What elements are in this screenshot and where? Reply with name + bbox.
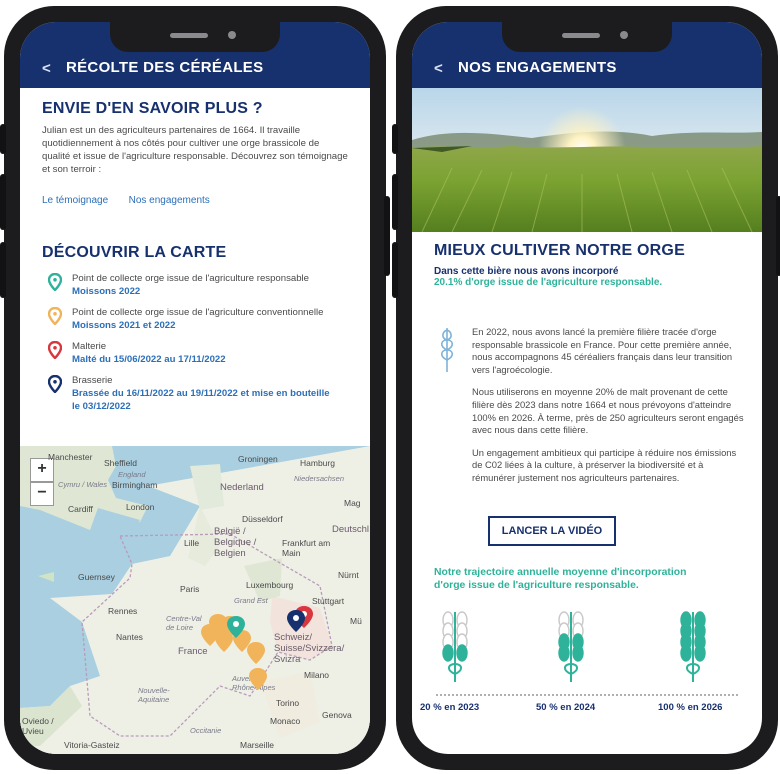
- volume-down-button: [0, 242, 6, 298]
- legend-label: Malterie: [72, 341, 107, 352]
- volume-up-button: [392, 174, 398, 230]
- wheat-grain: [456, 644, 468, 662]
- mute-switch: [392, 124, 398, 154]
- wheat-grain: [572, 644, 584, 662]
- paragraph: Un engagement ambitieux qui participe à …: [472, 446, 737, 483]
- trajectory-heading: Notre trajectoire annuelle moyenne d'inc…: [412, 566, 762, 592]
- wheat-milestone-icon: [442, 611, 468, 682]
- legend-item-responsible: Point de collecte orge issue de l'agricu…: [42, 272, 348, 298]
- paragraph: Nous utiliserons en moyenne 20% de malt …: [472, 386, 744, 436]
- notch: [502, 22, 672, 52]
- legend-date: Moissons 2021 et 2022: [72, 320, 176, 331]
- legend-item-conventional: Point de collecte orge issue de l'agricu…: [42, 306, 348, 332]
- field-sunset-illustration: [412, 88, 762, 232]
- legend-date: Moissons 2022: [72, 286, 141, 297]
- legend-label: Brasserie: [72, 375, 113, 386]
- phone-left: < RÉCOLTE DES CÉRÉALES ENVIE D'EN SAVOIR…: [0, 6, 390, 770]
- wheat-grain: [442, 644, 454, 662]
- map-markers: [201, 606, 313, 690]
- wheat-grain: [694, 644, 706, 662]
- map-section: DÉCOUVRIR LA CARTE Point de collecte org…: [20, 244, 370, 421]
- wheat-milestone-icon: [558, 611, 584, 682]
- legend-item-brewery: Brasserie Brassée du 16/11/2022 au 19/11…: [42, 374, 348, 413]
- links-row: Le témoignage Nos engagements: [42, 190, 348, 208]
- legend-date: Malté du 15/06/2022 au 17/11/2022: [72, 354, 226, 365]
- map-legend: Point de collecte orge issue de l'agricu…: [42, 272, 348, 413]
- map-pin-brewery: [287, 610, 305, 632]
- wheat-field-image: [412, 88, 762, 232]
- chevron-left-icon[interactable]: <: [434, 60, 443, 77]
- interactive-map[interactable]: + − Manchester Sheffield England Birming…: [20, 446, 370, 754]
- map-pin-icon: [48, 307, 62, 325]
- screen-right: < NOS ENGAGEMENTS MIEUX CULTIVER NOTRE O…: [412, 22, 762, 754]
- timeline-divider: [436, 694, 738, 696]
- learn-more-text: Julian est un des agriculteurs partenair…: [42, 125, 348, 175]
- testimony-link[interactable]: Le témoignage: [42, 195, 108, 206]
- legend-date: Brassée du 16/11/2022 au 19/11/2022 et m…: [72, 388, 330, 412]
- map-pin-icon: [48, 341, 62, 359]
- intro-line-2: 20.1% d'orge issue de l'agriculture resp…: [434, 277, 663, 288]
- commitments-link[interactable]: Nos engagements: [129, 195, 210, 206]
- legend-item-malthouse: Malterie Malté du 15/06/2022 au 17/11/20…: [42, 340, 348, 366]
- page-title: RÉCOLTE DES CÉRÉALES: [66, 59, 264, 76]
- learn-more-title: ENVIE D'EN SAVOIR PLUS ?: [42, 100, 263, 117]
- volume-down-button: [392, 242, 398, 298]
- screen-left: < RÉCOLTE DES CÉRÉALES ENVIE D'EN SAVOIR…: [20, 22, 370, 754]
- intro-line-1: Dans cette bière nous avons incorporé: [434, 266, 619, 277]
- trajectory-line-1: Notre trajectoire annuelle moyenne d'inc…: [434, 567, 687, 578]
- volume-up-button: [0, 174, 6, 230]
- milestone-label: 100 % en 2026: [658, 702, 723, 713]
- legend-label: Point de collecte orge issue de l'agricu…: [72, 273, 310, 284]
- launch-video-button[interactable]: LANCER LA VIDÉO: [488, 516, 616, 546]
- notch: [110, 22, 280, 52]
- paragraph: En 2022, nous avons lancé la première fi…: [472, 326, 733, 375]
- wheat-grain: [558, 644, 570, 662]
- learn-more-section: ENVIE D'EN SAVOIR PLUS ? Julian est un d…: [20, 100, 370, 208]
- map-title: DÉCOUVRIR LA CARTE: [42, 244, 227, 261]
- section-title: MIEUX CULTIVER NOTRE ORGE: [434, 242, 685, 259]
- map-pin-icon: [48, 375, 62, 393]
- milestone-label: 50 % en 2024: [536, 702, 596, 713]
- map-pin-icon: [48, 273, 62, 291]
- commitment-text: En 2022, nous avons lancé la première fi…: [472, 326, 744, 495]
- wheat-milestone-icon: [680, 611, 706, 682]
- commitment-section: MIEUX CULTIVER NOTRE ORGE Dans cette biè…: [412, 242, 762, 288]
- wheat-icon: [440, 328, 454, 372]
- trajectory-line-2: d'orge issue de l'agriculture responsabl…: [434, 580, 639, 591]
- power-button: [776, 196, 780, 276]
- chevron-left-icon[interactable]: <: [42, 60, 51, 77]
- wheat-grain: [680, 644, 692, 662]
- mute-switch: [0, 124, 6, 154]
- legend-label: Point de collecte orge issue de l'agricu…: [72, 307, 324, 318]
- milestone-label: 20 % en 2023: [420, 702, 480, 713]
- phone-right: < NOS ENGAGEMENTS MIEUX CULTIVER NOTRE O…: [392, 6, 780, 770]
- page-title: NOS ENGAGEMENTS: [458, 59, 617, 76]
- power-button: [384, 196, 390, 276]
